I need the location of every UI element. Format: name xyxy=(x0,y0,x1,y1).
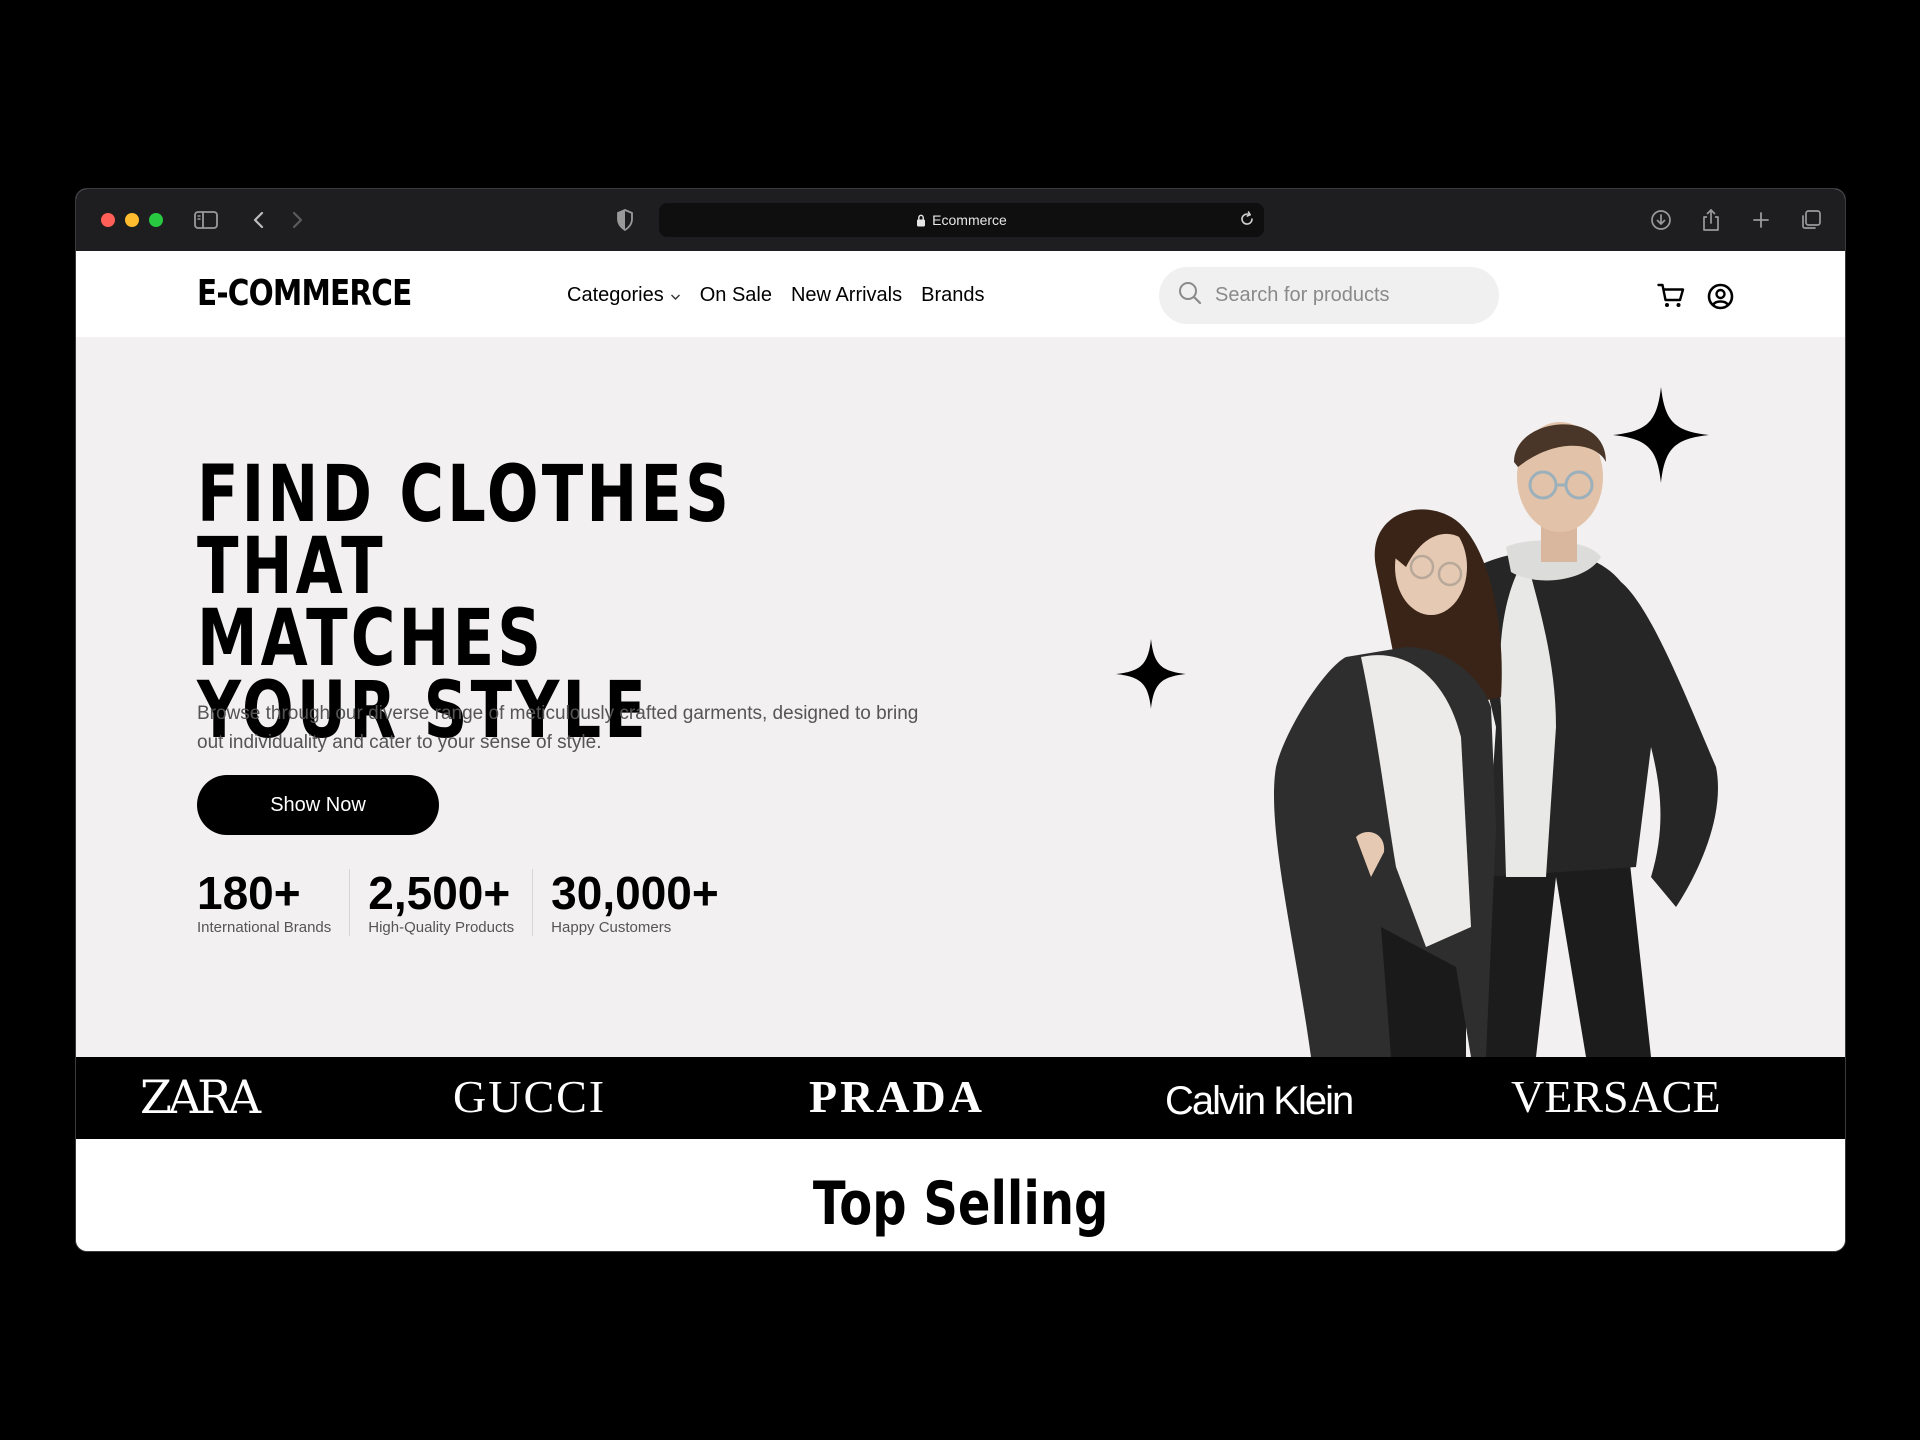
tab-overview-icon[interactable] xyxy=(1798,207,1824,233)
stat-value: 180+ xyxy=(197,867,301,919)
stat-label: International Brands xyxy=(197,919,332,936)
privacy-shield-icon[interactable] xyxy=(612,207,638,233)
forward-icon[interactable] xyxy=(284,207,310,233)
stat-value: 30,000+ xyxy=(551,867,719,919)
sparkle-small-icon xyxy=(1116,639,1186,709)
address-bar[interactable]: Ecommerce xyxy=(659,203,1264,237)
brand-logo-zara[interactable]: ZARA xyxy=(140,1071,261,1123)
reload-icon[interactable] xyxy=(1238,210,1256,228)
web-page: E-COMMERCE Categories On Sale New Arriva… xyxy=(76,251,1845,1251)
stat-products: 2,500+ High-Quality Products xyxy=(368,867,534,936)
stat-brands: 180+ International Brands xyxy=(197,867,351,936)
search-icon xyxy=(1177,280,1203,311)
show-now-button[interactable]: Show Now xyxy=(197,775,439,835)
close-window-button[interactable] xyxy=(101,213,115,227)
hero-title-line: THAT MATCHES xyxy=(197,522,545,684)
account-icon[interactable] xyxy=(1705,281,1735,311)
address-bar-title: Ecommerce xyxy=(932,212,1007,228)
hero-title-line: FIND CLOTHES xyxy=(197,450,733,540)
man-figure xyxy=(1461,422,1718,1057)
browser-titlebar: Ecommerce xyxy=(76,189,1845,251)
chevron-down-icon xyxy=(670,290,681,304)
main-menu: Categories On Sale New Arrivals Brands xyxy=(567,284,985,307)
hero-section: FIND CLOTHES THAT MATCHES YOUR STYLE Bro… xyxy=(76,337,1845,1057)
menu-item-categories[interactable]: Categories xyxy=(567,284,681,307)
share-icon[interactable] xyxy=(1698,207,1724,233)
cart-icon[interactable] xyxy=(1656,281,1686,311)
section-title-text: Top Selling xyxy=(812,1169,1109,1239)
stat-customers: 30,000+ Happy Customers xyxy=(551,869,737,936)
brand-strip: ZARA GUCCI PRADA Calvin Klein VERSACE xyxy=(76,1057,1845,1139)
menu-item-label: New Arrivals xyxy=(790,284,903,306)
menu-item-new-arrivals[interactable]: New Arrivals xyxy=(791,284,902,307)
brand-logo-versace[interactable]: VERSACE xyxy=(1511,1071,1721,1123)
download-icon[interactable] xyxy=(1648,207,1674,233)
brand-logo-calvin-klein[interactable]: Calvin Klein xyxy=(1165,1075,1354,1127)
menu-item-label: Brands xyxy=(921,284,985,306)
site-logo[interactable]: E-COMMERCE xyxy=(197,273,412,314)
search-input[interactable] xyxy=(1215,284,1465,307)
sidebar-toggle-icon[interactable] xyxy=(193,207,219,233)
maximize-window-button[interactable] xyxy=(149,213,163,227)
menu-item-brands[interactable]: Brands xyxy=(921,284,984,307)
stat-label: High-Quality Products xyxy=(368,919,515,936)
stat-value: 2,500+ xyxy=(368,867,511,919)
new-tab-icon[interactable] xyxy=(1748,207,1774,233)
site-header: E-COMMERCE Categories On Sale New Arriva… xyxy=(76,251,1845,337)
hero-stats: 180+ International Brands 2,500+ High-Qu… xyxy=(197,869,755,936)
hero-description: Browse through our diverse range of meti… xyxy=(197,703,919,753)
menu-item-on-sale[interactable]: On Sale xyxy=(700,284,772,307)
brand-logo-prada[interactable]: PRADA xyxy=(809,1071,985,1123)
menu-item-label: Categories xyxy=(567,284,664,306)
back-icon[interactable] xyxy=(246,207,272,233)
woman-figure xyxy=(1274,509,1502,1057)
stat-label: Happy Customers xyxy=(551,919,672,936)
search-box[interactable] xyxy=(1159,267,1499,324)
lock-icon xyxy=(917,214,926,226)
brand-logo-gucci[interactable]: GUCCI xyxy=(453,1071,606,1123)
minimize-window-button[interactable] xyxy=(125,213,139,227)
top-selling-heading: Top Selling xyxy=(76,1169,1845,1239)
hero-models-image xyxy=(1274,422,1718,1057)
browser-window: Ecommerce E-COMMERCE Categories On Sale … xyxy=(75,188,1846,1252)
menu-item-label: On Sale xyxy=(699,284,772,306)
